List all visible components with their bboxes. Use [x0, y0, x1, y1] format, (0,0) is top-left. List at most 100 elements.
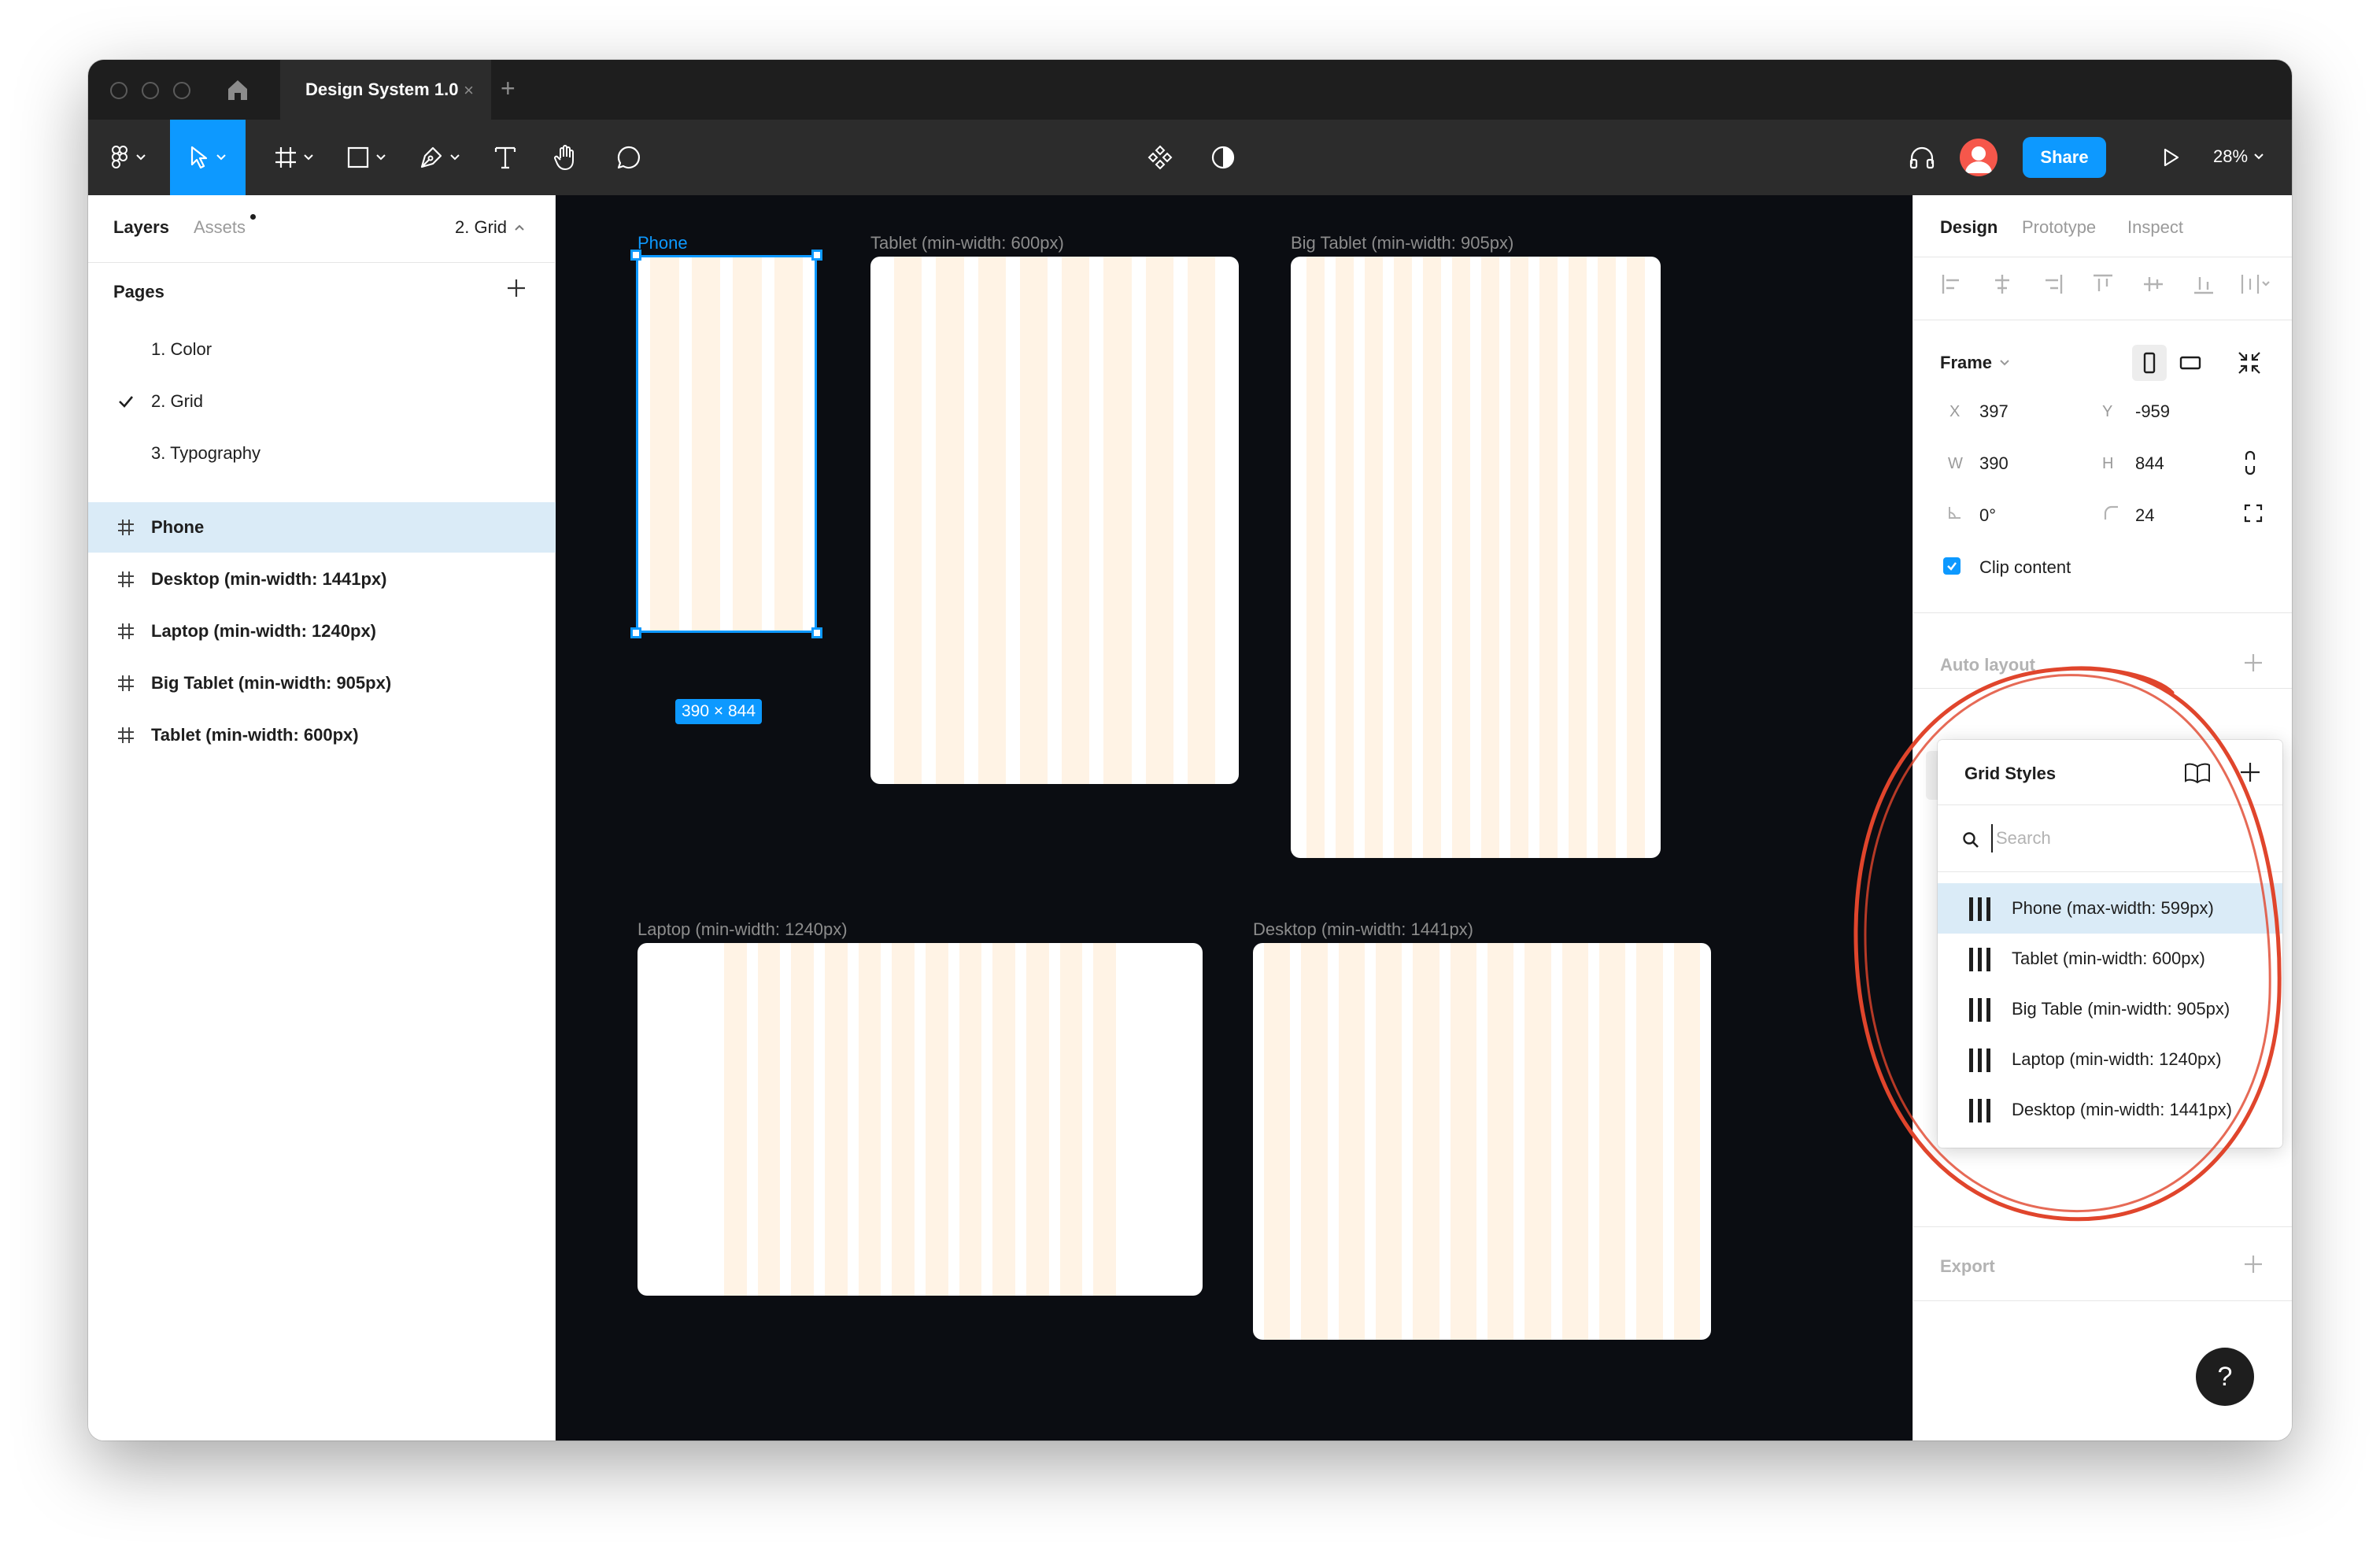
- page-switcher[interactable]: 2. Grid: [455, 217, 524, 238]
- frame-big-tablet[interactable]: [1291, 257, 1661, 858]
- grid-style-item-laptop[interactable]: Laptop (min-width: 1240px): [1938, 1034, 2282, 1085]
- grid-style-item-phone[interactable]: Phone (max-width: 599px): [1938, 883, 2282, 934]
- grid-column: [825, 943, 848, 1296]
- landscape-icon[interactable]: [2173, 345, 2208, 381]
- main-menu-button[interactable]: [99, 120, 157, 195]
- document-tab[interactable]: Design System 1.0 ×: [280, 60, 491, 120]
- layer-item-laptop[interactable]: Laptop (min-width: 1240px): [88, 606, 556, 656]
- tab-layers[interactable]: Layers: [113, 217, 169, 238]
- layer-item-big-tablet[interactable]: Big Tablet (min-width: 905px): [88, 658, 556, 708]
- frame-desktop[interactable]: [1253, 943, 1711, 1340]
- tab-design[interactable]: Design: [1940, 217, 1998, 238]
- close-tab-icon[interactable]: ×: [464, 80, 474, 101]
- help-button[interactable]: ?: [2196, 1348, 2254, 1406]
- pen-tool-button[interactable]: [408, 120, 471, 195]
- independent-corners-icon[interactable]: [2242, 502, 2264, 524]
- close-window-button[interactable]: [110, 82, 128, 99]
- clip-content-checkbox[interactable]: [1943, 557, 1961, 575]
- components-button[interactable]: [1136, 120, 1184, 195]
- home-icon[interactable]: [224, 76, 252, 104]
- hand-icon: [554, 145, 574, 170]
- grid-column: [1026, 943, 1049, 1296]
- align-bottom-icon[interactable]: [2192, 272, 2216, 296]
- resize-handle-top-left[interactable]: [630, 250, 641, 261]
- hand-tool-button[interactable]: [540, 120, 592, 195]
- page-item-typography[interactable]: 3. Typography: [88, 428, 556, 479]
- add-style-icon[interactable]: [2238, 760, 2262, 784]
- present-button[interactable]: [2153, 120, 2188, 195]
- text-tool-button[interactable]: [482, 120, 529, 195]
- distribute-icon[interactable]: [2239, 272, 2271, 296]
- grid-style-search: [1938, 804, 2282, 872]
- search-input[interactable]: [1991, 824, 2259, 852]
- grid-column: [1376, 943, 1402, 1340]
- avatar[interactable]: [1960, 139, 1998, 176]
- move-tool-button[interactable]: [170, 120, 246, 195]
- tab-prototype[interactable]: Prototype: [2022, 217, 2096, 238]
- x-input[interactable]: 397: [1979, 401, 2009, 422]
- align-vertical-center-icon[interactable]: [2142, 272, 2165, 296]
- layer-item-tablet[interactable]: Tablet (min-width: 600px): [88, 710, 556, 760]
- canvas[interactable]: Phone 390 × 844 Tablet (min-width: 600px…: [556, 195, 1913, 1441]
- resize-handle-top-right[interactable]: [811, 250, 822, 261]
- check-icon: [1947, 562, 1957, 571]
- new-tab-button[interactable]: +: [501, 74, 516, 103]
- library-icon[interactable]: [2183, 762, 2212, 784]
- frame-tool-button[interactable]: [263, 120, 324, 195]
- shape-tool-button[interactable]: [335, 120, 397, 195]
- rotation-input[interactable]: 0°: [1979, 505, 1996, 526]
- grid-column: [992, 943, 1015, 1296]
- zoom-control[interactable]: 28%: [2213, 146, 2264, 167]
- grid-column: [1524, 943, 1551, 1340]
- grid-column: [936, 257, 964, 784]
- search-icon: [1963, 832, 1979, 848]
- width-input[interactable]: 390: [1979, 453, 2009, 474]
- resize-to-fit-icon[interactable]: [2236, 349, 2263, 376]
- add-auto-layout-icon[interactable]: [2242, 652, 2264, 674]
- add-page-icon[interactable]: [505, 277, 527, 299]
- grid-column: [1365, 257, 1383, 858]
- align-left-icon[interactable]: [1940, 272, 1964, 296]
- layer-item-desktop[interactable]: Desktop (min-width: 1441px): [88, 554, 556, 605]
- theme-toggle-button[interactable]: [1199, 120, 1247, 195]
- add-export-icon[interactable]: [2242, 1253, 2264, 1275]
- resize-handle-bottom-right[interactable]: [811, 627, 822, 638]
- user-avatar-icon: [1965, 146, 1992, 173]
- grid-column: [894, 257, 922, 784]
- portrait-toggle[interactable]: [2132, 345, 2167, 381]
- corner-radius-input[interactable]: 24: [2135, 505, 2154, 526]
- align-right-icon[interactable]: [2041, 272, 2064, 296]
- grid-column: [1062, 257, 1090, 784]
- resize-handle-bottom-left[interactable]: [630, 627, 641, 638]
- frame-label-desktop[interactable]: Desktop (min-width: 1441px): [1253, 919, 1473, 940]
- tab-assets[interactable]: Assets: [194, 217, 246, 238]
- selection-box: [636, 255, 817, 633]
- grid-column: [1481, 257, 1499, 858]
- grid-style-item-tablet[interactable]: Tablet (min-width: 600px): [1938, 934, 2282, 984]
- frame-label-laptop[interactable]: Laptop (min-width: 1240px): [638, 919, 848, 940]
- page-item-color[interactable]: 1. Color: [88, 324, 556, 375]
- frame-label-big-tablet[interactable]: Big Tablet (min-width: 905px): [1291, 233, 1513, 253]
- zoom-window-button[interactable]: [173, 82, 190, 99]
- grid-style-item-desktop[interactable]: Desktop (min-width: 1441px): [1938, 1085, 2282, 1135]
- frame-type-selector[interactable]: Frame: [1940, 353, 2009, 373]
- frame-tablet[interactable]: [870, 257, 1239, 784]
- audio-button[interactable]: [1898, 120, 1946, 195]
- align-horizontal-center-icon[interactable]: [1990, 272, 2014, 296]
- layer-item-phone[interactable]: Phone: [88, 502, 556, 553]
- minimize-window-button[interactable]: [142, 82, 159, 99]
- share-button[interactable]: Share: [2023, 137, 2106, 178]
- y-input[interactable]: -959: [2135, 401, 2170, 422]
- grid-style-item-big-table[interactable]: Big Table (min-width: 905px): [1938, 984, 2282, 1034]
- frame-label-tablet[interactable]: Tablet (min-width: 600px): [870, 233, 1064, 253]
- constrain-proportions-icon[interactable]: [2242, 450, 2258, 475]
- comment-tool-button[interactable]: [603, 120, 655, 195]
- align-top-icon[interactable]: [2091, 272, 2115, 296]
- tab-inspect[interactable]: Inspect: [2127, 217, 2183, 238]
- frame-label-phone[interactable]: Phone: [638, 233, 688, 253]
- page-item-grid[interactable]: 2. Grid: [88, 376, 556, 427]
- height-input[interactable]: 844: [2135, 453, 2164, 474]
- frame-laptop[interactable]: [638, 943, 1203, 1296]
- grid-column: [1561, 943, 1588, 1340]
- rectangle-icon: [347, 146, 369, 168]
